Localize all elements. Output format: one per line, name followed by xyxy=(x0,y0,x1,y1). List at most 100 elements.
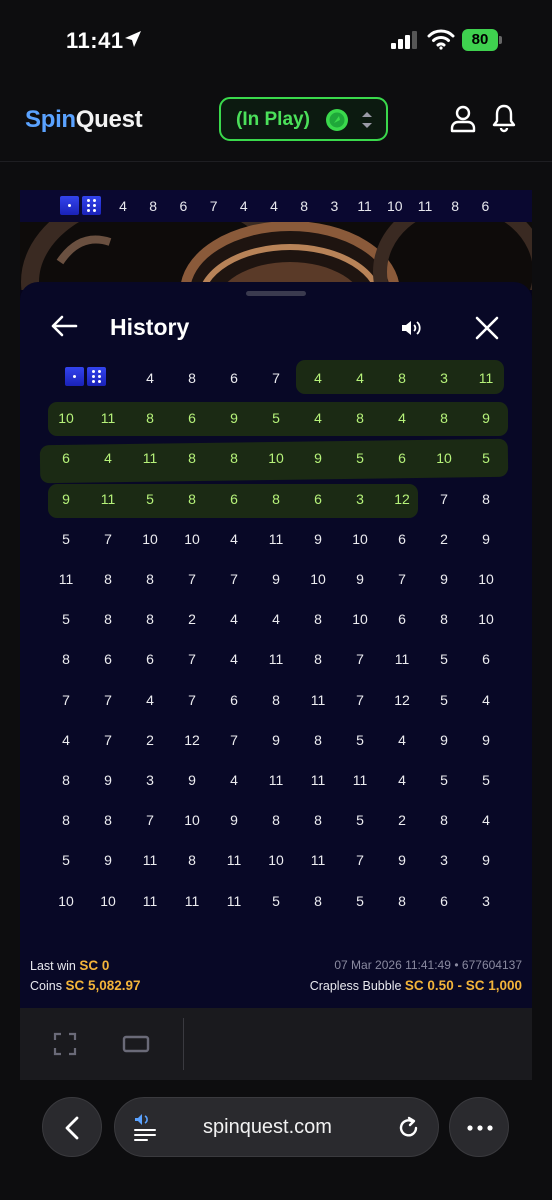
history-result: 11 xyxy=(100,410,116,427)
die-one xyxy=(60,196,79,215)
strip-result: 6 xyxy=(481,198,490,214)
history-result: 4 xyxy=(146,370,154,386)
battery-indicator: 80 xyxy=(462,29,498,51)
game-info-bar: Last win SC 0 Coins SC 5,082.97 07 Mar 2… xyxy=(20,948,532,998)
history-result: 6 xyxy=(230,691,238,708)
history-result: 5 xyxy=(482,772,490,788)
history-result: 9 xyxy=(482,530,490,547)
history-result: 11 xyxy=(310,772,326,788)
history-result: 11 xyxy=(310,852,326,869)
history-result: 11 xyxy=(478,370,494,386)
history-result: 11 xyxy=(268,651,284,668)
history-result: 8 xyxy=(440,812,448,829)
more-dots-icon xyxy=(467,1125,493,1131)
history-result: 5 xyxy=(482,450,490,467)
history-result: 4 xyxy=(482,691,490,708)
history-result: 7 xyxy=(104,691,112,708)
strip-result: 8 xyxy=(149,198,158,214)
window-mode-icon[interactable] xyxy=(122,1034,150,1054)
history-result: 8 xyxy=(188,490,196,507)
history-result: 4 xyxy=(230,772,238,788)
url-text: spinquest.com xyxy=(203,1116,332,1138)
notifications-bell-icon[interactable] xyxy=(491,103,517,133)
history-result: 9 xyxy=(230,812,238,829)
history-result: 5 xyxy=(356,450,364,467)
coins-value: SC 5,082.97 xyxy=(65,978,141,993)
history-result: 8 xyxy=(440,611,448,628)
strip-result: 6 xyxy=(179,198,188,214)
history-result: 7 xyxy=(356,651,364,668)
browser-more-button[interactable] xyxy=(449,1097,509,1157)
history-result: 5 xyxy=(440,691,448,708)
history-result: 6 xyxy=(398,530,406,547)
address-bar[interactable]: spinquest.com xyxy=(114,1097,439,1157)
spinquest-logo[interactable]: SpinQuest xyxy=(25,106,143,134)
history-result: 4 xyxy=(314,370,322,386)
drag-handle[interactable] xyxy=(246,291,306,296)
history-result: 8 xyxy=(272,490,280,507)
history-result: 2 xyxy=(398,812,406,829)
location-arrow-icon xyxy=(125,31,141,47)
history-result: 4 xyxy=(62,731,70,748)
history-result: 8 xyxy=(356,410,364,427)
history-result: 3 xyxy=(146,772,154,788)
history-result: 10 xyxy=(142,530,158,547)
logo-spin-text: Spin xyxy=(25,106,76,133)
history-result: 8 xyxy=(440,410,448,427)
recent-results-strip: 4 8 6 7 4 4 8 3 11 10 11 8 6 xyxy=(20,190,532,222)
history-result: 4 xyxy=(230,611,238,628)
history-result: 8 xyxy=(398,892,406,909)
history-result: 10 xyxy=(478,571,494,587)
history-result: 6 xyxy=(398,611,406,628)
history-result: 11 xyxy=(58,571,74,587)
history-result: 9 xyxy=(188,772,196,788)
last-win-label: Last win xyxy=(30,959,76,973)
history-result: 4 xyxy=(398,772,406,788)
history-result: 10 xyxy=(436,450,452,467)
history-result: 12 xyxy=(184,731,200,748)
history-result: 11 xyxy=(310,691,326,708)
history-result: 8 xyxy=(188,450,196,467)
history-result: 5 xyxy=(356,812,364,829)
back-arrow-icon[interactable] xyxy=(50,314,78,338)
history-result: 10 xyxy=(352,530,368,547)
history-result: 4 xyxy=(314,410,322,427)
close-icon[interactable] xyxy=(475,316,499,340)
history-result: 9 xyxy=(356,571,364,587)
history-result: 7 xyxy=(230,731,238,748)
user-account-icon[interactable] xyxy=(450,105,476,133)
history-result: 5 xyxy=(440,772,448,788)
history-dice-icon xyxy=(65,367,106,386)
history-result: 3 xyxy=(440,852,448,869)
history-result: 8 xyxy=(482,490,490,507)
history-result: 9 xyxy=(62,490,70,507)
history-result: 4 xyxy=(482,812,490,829)
history-result: 11 xyxy=(100,490,116,507)
chevron-up-down-icon xyxy=(362,112,372,128)
status-bar: 11:41 80 xyxy=(0,0,552,80)
history-result: 6 xyxy=(188,410,196,427)
fullscreen-icon[interactable] xyxy=(53,1032,77,1056)
speaker-volume-icon[interactable] xyxy=(400,318,424,338)
reload-icon[interactable] xyxy=(398,1116,420,1140)
history-result: 6 xyxy=(482,651,490,668)
history-result: 7 xyxy=(356,852,364,869)
history-result: 6 xyxy=(104,651,112,668)
history-result: 7 xyxy=(104,530,112,547)
history-result: 10 xyxy=(100,892,116,909)
history-result: 9 xyxy=(482,410,490,427)
play-mode-selector[interactable]: (In Play) xyxy=(219,97,388,141)
history-result: 9 xyxy=(314,530,322,547)
toolbar-divider xyxy=(183,1018,184,1070)
history-result: 8 xyxy=(188,852,196,869)
history-result: 11 xyxy=(226,892,242,909)
history-result: 3 xyxy=(482,892,490,909)
history-result: 11 xyxy=(268,772,284,788)
history-result: 7 xyxy=(272,370,280,386)
browser-back-button[interactable] xyxy=(42,1097,102,1157)
strip-result: 3 xyxy=(330,198,339,214)
history-result: 8 xyxy=(146,611,154,628)
reader-audio-icon[interactable] xyxy=(133,1112,157,1142)
history-result: 10 xyxy=(268,852,284,869)
history-result: 5 xyxy=(356,731,364,748)
